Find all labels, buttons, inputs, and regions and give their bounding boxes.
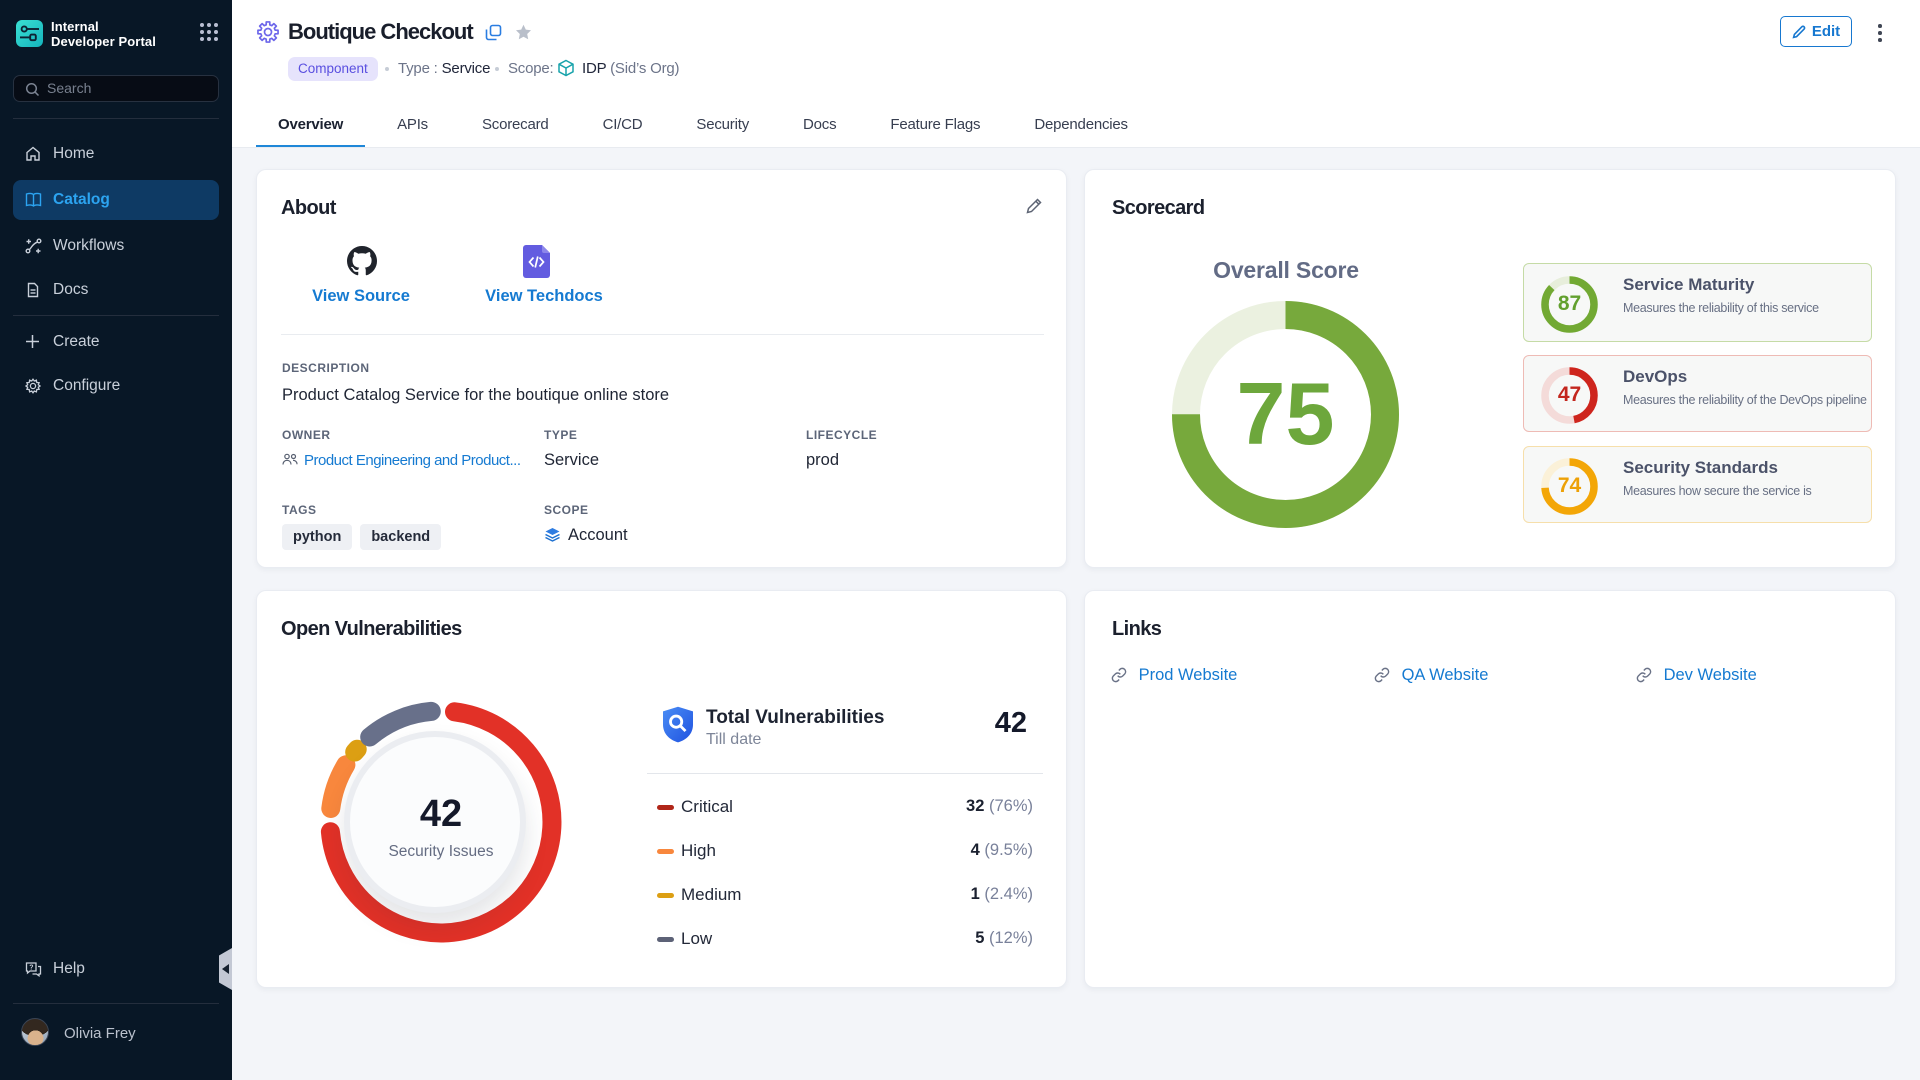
svg-text:?: ? bbox=[29, 965, 33, 972]
